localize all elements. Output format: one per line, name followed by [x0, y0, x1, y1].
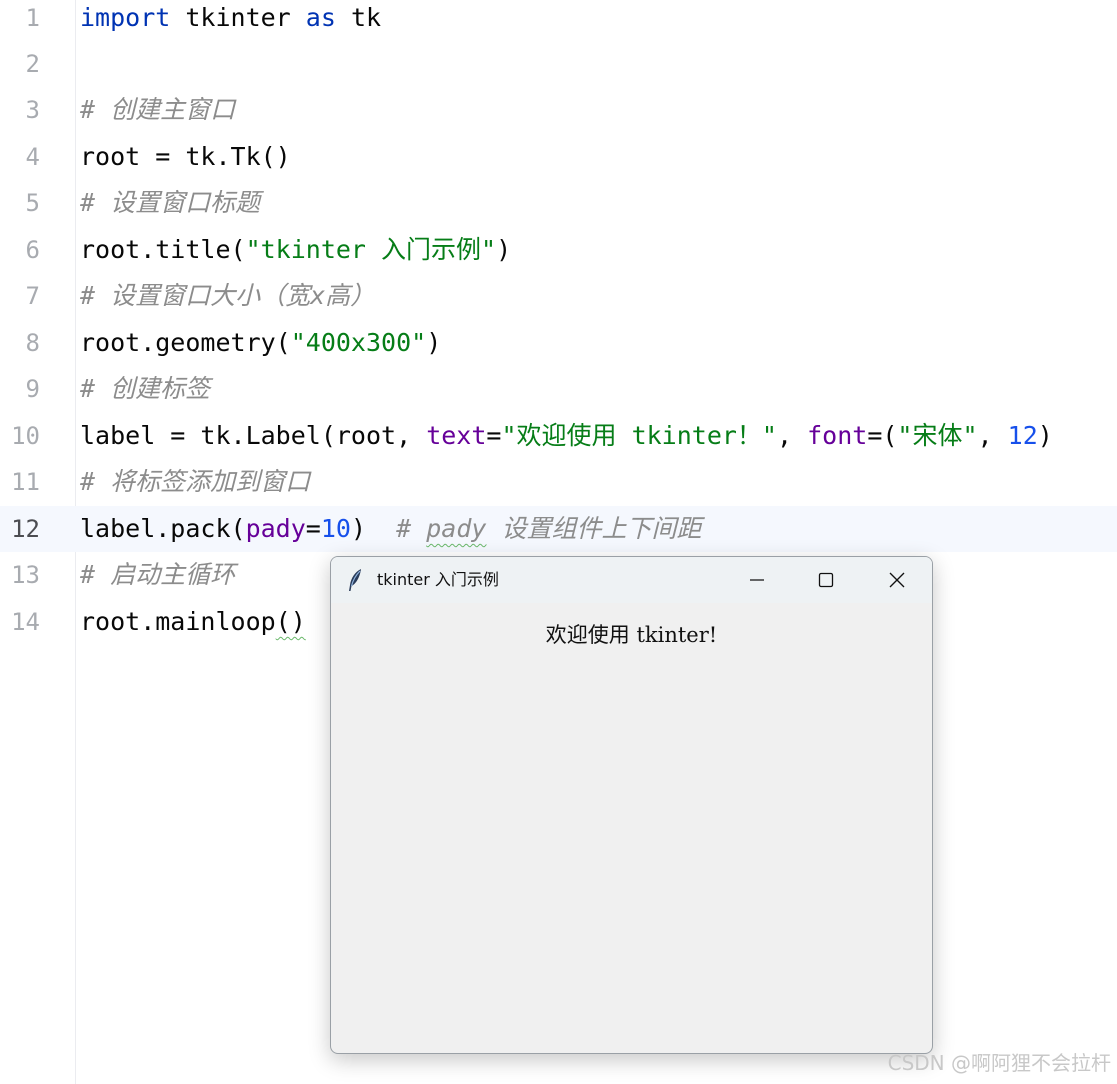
line-number: 2	[25, 50, 40, 78]
code-line-3[interactable]: 3 # 创建主窗口	[0, 87, 1117, 133]
code-line-12-current[interactable]: 12 label.pack(pady=10) # pady 设置组件上下间距	[0, 506, 1117, 552]
code-line-9[interactable]: 9 # 创建标签	[0, 366, 1117, 412]
code-line-8[interactable]: 8 root.geometry("400x300")	[0, 320, 1117, 366]
line-number: 11	[11, 468, 40, 496]
code-comment: # 设置窗口大小（宽x高）	[80, 281, 376, 310]
line-number: 3	[25, 96, 40, 124]
code-text: ,	[977, 421, 1008, 450]
tkinter-window[interactable]: tkinter 入门示例 欢迎使用 tkinter!	[330, 556, 933, 1054]
parameter-font: font	[807, 421, 868, 450]
code-line-4[interactable]: 4 root = tk.Tk()	[0, 134, 1117, 180]
code-text: label.pack(	[80, 514, 246, 543]
window-title: tkinter 入门示例	[377, 570, 499, 589]
code-line-7[interactable]: 7 # 设置窗口大小（宽x高）	[0, 273, 1117, 319]
code-text: ,	[776, 421, 808, 450]
code-comment: # 将标签添加到窗口	[80, 467, 311, 496]
code-text: =	[486, 421, 502, 450]
string-literal: "tkinter 入门示例"	[245, 235, 497, 264]
close-button[interactable]	[867, 557, 927, 603]
minimize-icon	[750, 579, 764, 581]
line-number: 14	[11, 608, 40, 636]
parameter-pady: pady	[245, 514, 306, 543]
code-text: )	[426, 328, 442, 357]
code-comment: # 创建主窗口	[80, 95, 236, 124]
string-literal: "400x300"	[290, 328, 427, 357]
line-number: 7	[25, 282, 40, 310]
line-number: 4	[25, 143, 40, 171]
code-text: root.geometry(	[80, 328, 291, 357]
code-line-11[interactable]: 11 # 将标签添加到窗口	[0, 459, 1117, 505]
code-text: =(	[867, 421, 898, 450]
code-line-10[interactable]: 10 label = tk.Label(root, text="欢迎使用 tki…	[0, 413, 1117, 459]
line-number: 5	[25, 189, 40, 217]
line-number: 8	[25, 329, 40, 357]
string-literal: "欢迎使用 tkinter！"	[501, 421, 777, 450]
line-number: 13	[11, 561, 40, 589]
maximize-button[interactable]	[796, 557, 856, 603]
code-line-5[interactable]: 5 # 设置窗口标题	[0, 180, 1117, 226]
code-text: ()	[275, 607, 306, 636]
code-text: label = tk.Label(root,	[80, 421, 427, 450]
code-text: )	[496, 235, 512, 264]
code-text: =	[305, 514, 321, 543]
feather-icon	[349, 569, 361, 591]
code-comment: #	[396, 514, 427, 543]
code-line-1[interactable]: 1 import tkinter as tk	[0, 0, 1117, 41]
code-line-6[interactable]: 6 root.title("tkinter 入门示例")	[0, 227, 1117, 273]
number-literal: 12	[1007, 421, 1038, 450]
maximize-icon	[818, 572, 834, 588]
code-text: )	[1037, 421, 1053, 450]
code-text: root.mainloop	[80, 607, 276, 636]
code-comment: 设置组件上下间距	[486, 514, 702, 543]
csdn-watermark: CSDN @啊阿狸不会拉杆	[887, 1051, 1111, 1075]
code-text: root = tk.Tk()	[80, 142, 291, 171]
code-line-2[interactable]: 2	[0, 41, 1117, 87]
string-literal: "宋体"	[897, 421, 978, 450]
window-titlebar[interactable]: tkinter 入门示例	[331, 557, 932, 603]
code-comment: # 创建标签	[80, 374, 211, 403]
spelling-warning-word[interactable]: pady	[426, 514, 486, 543]
minimize-button[interactable]	[727, 557, 787, 603]
welcome-label: 欢迎使用 tkinter!	[545, 623, 718, 647]
parameter-text: text	[426, 421, 487, 450]
keyword-as: as	[305, 3, 336, 32]
module-alias: tk	[335, 3, 382, 32]
line-number: 10	[11, 422, 40, 450]
code-text: root.title(	[80, 235, 246, 264]
keyword-import: import	[80, 3, 171, 32]
number-literal: 10	[320, 514, 351, 543]
code-text: )	[350, 514, 397, 543]
code-comment: # 设置窗口标题	[80, 188, 261, 217]
line-number: 12	[11, 515, 40, 543]
code-comment: # 启动主循环	[80, 560, 236, 589]
module-name: tkinter	[170, 3, 306, 32]
line-number: 9	[25, 375, 40, 403]
close-icon	[889, 572, 905, 588]
line-number: 6	[25, 236, 40, 264]
line-number: 1	[25, 4, 40, 32]
